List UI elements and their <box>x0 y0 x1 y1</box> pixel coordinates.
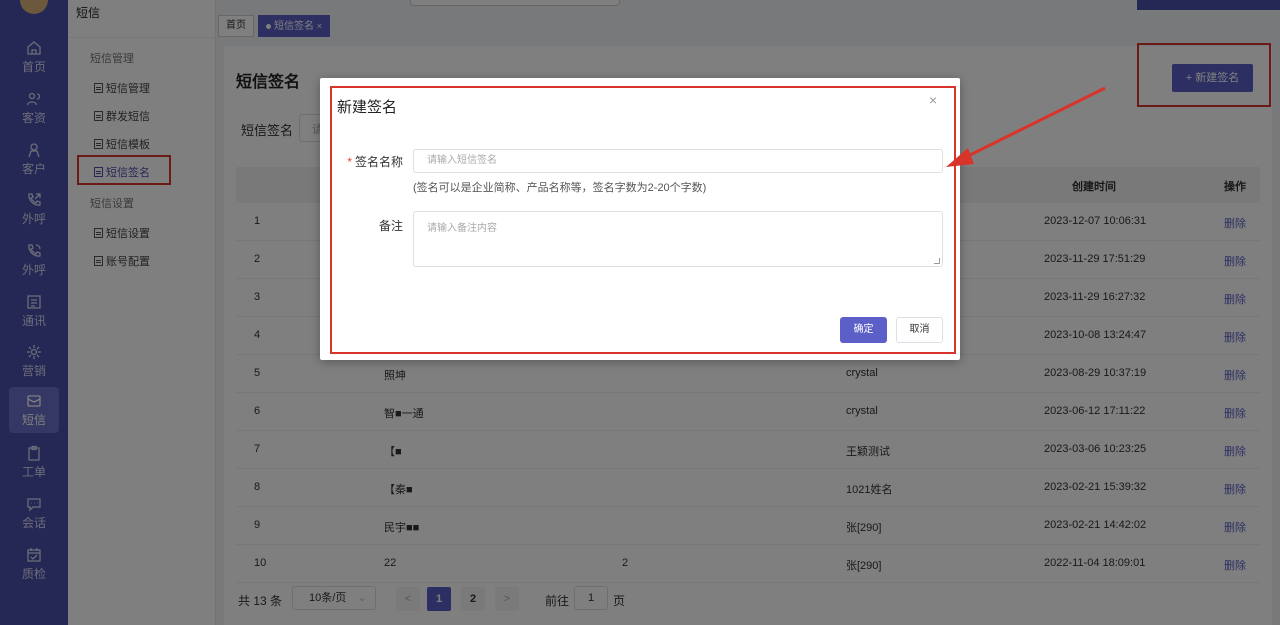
new-signature-dialog: 新建签名 × * 签名名称 请输入短信签名 (签名可以是企业简称、产品名称等，签名… <box>320 78 960 360</box>
annotation-arrow-icon <box>946 86 1106 167</box>
annotation-box-dialog <box>330 86 956 354</box>
